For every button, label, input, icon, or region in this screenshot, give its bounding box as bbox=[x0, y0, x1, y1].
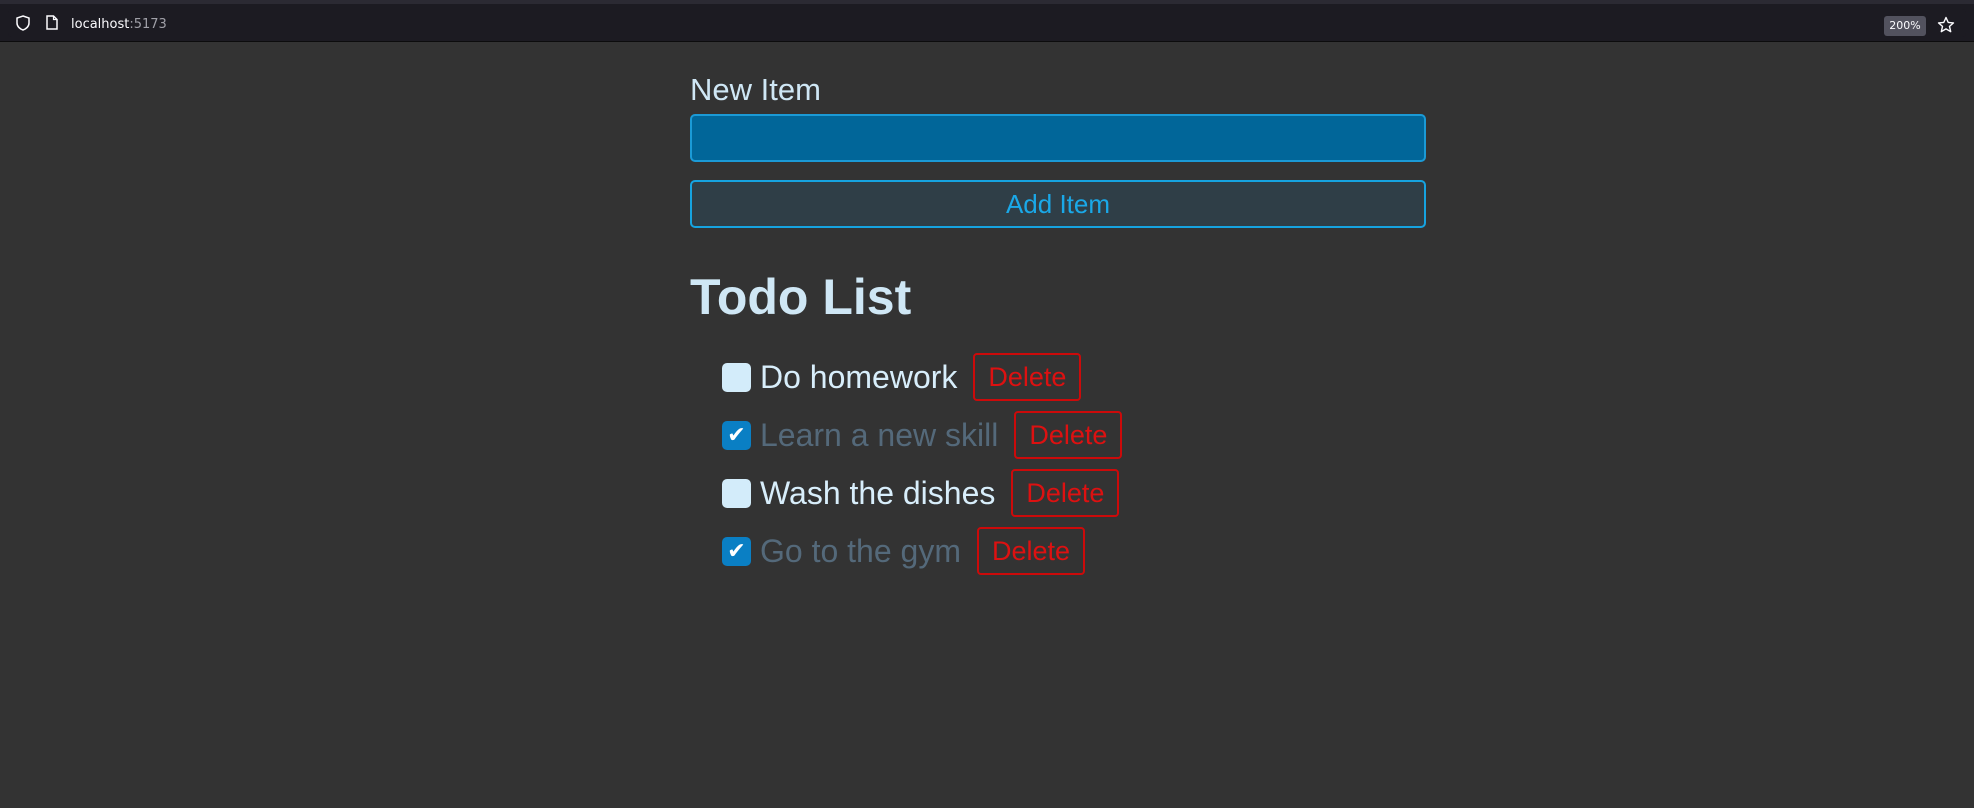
todo-item-text: Wash the dishes bbox=[760, 474, 996, 511]
todo-item: ✔ Learn a new skill Delete bbox=[722, 406, 1123, 464]
url-port: :5173 bbox=[129, 17, 167, 32]
url-text[interactable]: localhost:5173 bbox=[71, 17, 167, 32]
url-host: localhost bbox=[71, 17, 130, 32]
todo-item-text: Learn a new skill bbox=[760, 416, 999, 453]
url-bar[interactable] bbox=[8, 9, 1966, 37]
zoom-badge[interactable]: 200% bbox=[1884, 16, 1926, 36]
todo-item: ✔ Go to the gym Delete bbox=[722, 522, 1122, 580]
browser-toolbar: localhost:5173 200% bbox=[0, 0, 1974, 42]
todo-checkbox[interactable] bbox=[722, 362, 751, 392]
todo-list: Do homework Delete ✔ Learn a new skill D… bbox=[722, 348, 1123, 580]
add-item-button[interactable]: Add Item bbox=[690, 180, 1426, 228]
todo-list-title: Todo List bbox=[690, 269, 912, 325]
todo-checkbox[interactable]: ✔ bbox=[722, 536, 751, 566]
page-icon bbox=[46, 15, 58, 30]
checkmark-icon: ✔ bbox=[727, 538, 746, 564]
new-item-input[interactable] bbox=[690, 114, 1426, 162]
todo-item: Do homework Delete bbox=[722, 348, 1122, 406]
shield-icon[interactable] bbox=[16, 15, 30, 31]
todo-checkbox[interactable] bbox=[722, 478, 751, 508]
delete-button[interactable]: Delete bbox=[1011, 469, 1120, 517]
delete-button[interactable]: Delete bbox=[973, 353, 1082, 401]
delete-button[interactable]: Delete bbox=[976, 527, 1086, 575]
todo-item: Wash the dishes Delete bbox=[722, 464, 1122, 522]
new-item-label: New Item bbox=[690, 72, 821, 107]
checkmark-icon: ✔ bbox=[727, 422, 746, 448]
todo-item-text: Do homework bbox=[760, 358, 958, 395]
bookmark-star-icon[interactable] bbox=[1937, 16, 1955, 34]
todo-checkbox[interactable]: ✔ bbox=[722, 420, 751, 450]
delete-button[interactable]: Delete bbox=[1014, 411, 1123, 459]
todo-item-text: Go to the gym bbox=[760, 532, 961, 569]
